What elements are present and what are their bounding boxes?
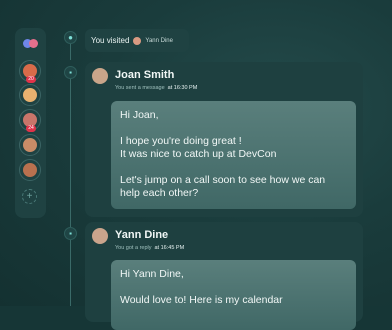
message-line: Hi Yann Dine, (120, 268, 184, 280)
app-logo[interactable] (23, 38, 39, 50)
message-time: at 16:45 PM (154, 245, 185, 251)
message-action: You sent a message (115, 85, 165, 91)
avatar (23, 138, 37, 152)
message-line: help each other? (120, 187, 199, 199)
rail-avatar-4[interactable] (19, 134, 41, 156)
contacts-rail: 20 24 + (15, 28, 46, 218)
avatar (92, 228, 108, 244)
rail-avatar-1[interactable]: 20 (19, 60, 41, 83)
timeline-line (70, 44, 71, 60)
message-line: It was nice to catch up at DevCon (120, 148, 277, 160)
avatar (23, 88, 37, 102)
reply-icon: ▪ (64, 227, 77, 240)
visited-event: You visited Yann Dine (85, 29, 189, 52)
message-meta: You sent a message at 16:30 PM (115, 85, 197, 91)
avatar (133, 36, 142, 45)
sender-name[interactable]: Yann Dine (115, 229, 168, 241)
add-contact-button[interactable]: + (22, 189, 37, 204)
eye-icon: ● (64, 31, 77, 44)
rail-avatar-3[interactable]: 24 (19, 109, 41, 132)
message-card: Joan Smith You sent a message at 16:30 PM… (85, 62, 363, 217)
timeline-line (70, 240, 71, 306)
message-line: Let's jump on a call soon to see how we … (120, 174, 326, 186)
sender-name[interactable]: Joan Smith (115, 69, 174, 81)
unread-badge: 24 (26, 125, 36, 132)
visited-name: Yann Dine (145, 37, 173, 44)
avatar (23, 163, 37, 177)
rail-avatar-5[interactable] (19, 159, 41, 181)
message-action: You got a reply (115, 245, 152, 251)
message-line: Hi Joan, (120, 109, 159, 121)
message-line: I hope you're doing great ! (120, 135, 242, 147)
message-bubble: Hi Yann Dine, Would love to! Here is my … (111, 260, 356, 330)
message-time: at 16:30 PM (167, 85, 198, 91)
avatar (92, 68, 108, 84)
message-bubble: Hi Joan, I hope you're doing great ! It … (111, 101, 356, 209)
unread-badge: 20 (26, 76, 36, 83)
timeline-line (70, 78, 71, 228)
visited-label: You visited (91, 36, 130, 45)
message-card: Yann Dine You got a reply at 16:45 PM Hi … (85, 222, 363, 330)
message-line: Would love to! Here is my calendar (120, 294, 283, 306)
rail-avatar-2[interactable] (19, 84, 41, 106)
message-meta: You got a reply at 16:45 PM (115, 245, 184, 251)
message-icon: ▪ (64, 66, 77, 79)
